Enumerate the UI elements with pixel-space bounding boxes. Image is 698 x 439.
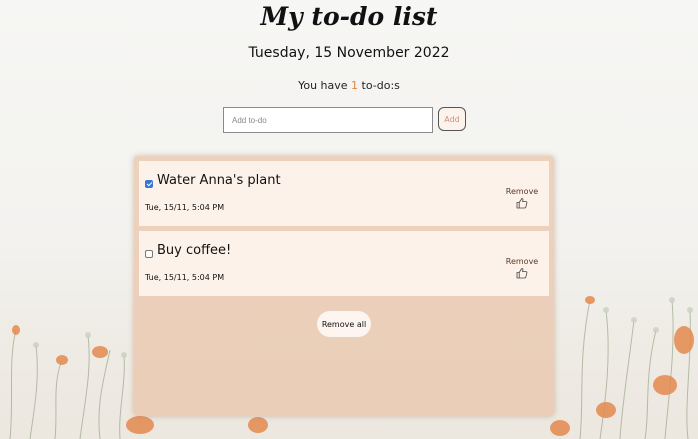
todo-app: My to-do list Tuesday, 15 November 2022 … bbox=[0, 0, 698, 439]
thumbs-up-icon[interactable] bbox=[516, 267, 528, 279]
todo-text: Water Anna's plant bbox=[157, 173, 281, 188]
add-button[interactable]: Add bbox=[438, 107, 466, 131]
todo-item: Water Anna's plant Tue, 15/11, 5:04 PM R… bbox=[139, 161, 549, 226]
remove-button[interactable]: Remove bbox=[505, 257, 539, 266]
todo-checkbox[interactable] bbox=[145, 180, 153, 188]
thumbs-up-icon[interactable] bbox=[516, 197, 528, 209]
todo-text: Buy coffee! bbox=[157, 243, 232, 258]
current-date: Tuesday, 15 November 2022 bbox=[248, 45, 450, 61]
todo-item: Buy coffee! Tue, 15/11, 5:04 PM Remove bbox=[139, 231, 549, 296]
todo-timestamp: Tue, 15/11, 5:04 PM bbox=[145, 203, 225, 212]
todo-list-panel: Water Anna's plant Tue, 15/11, 5:04 PM R… bbox=[134, 156, 554, 416]
todo-checkbox[interactable] bbox=[145, 250, 153, 258]
remove-all-button[interactable]: Remove all bbox=[317, 311, 371, 337]
todo-count-text: You have 1 to-do:s bbox=[0, 79, 698, 92]
page-title: My to-do list bbox=[260, 2, 438, 31]
todo-timestamp: Tue, 15/11, 5:04 PM bbox=[145, 273, 225, 282]
count-prefix: You have bbox=[298, 79, 348, 92]
add-todo-input[interactable] bbox=[223, 107, 433, 133]
count-suffix: to-do:s bbox=[361, 79, 400, 92]
remove-button[interactable]: Remove bbox=[505, 187, 539, 196]
count-value: 1 bbox=[351, 79, 359, 92]
